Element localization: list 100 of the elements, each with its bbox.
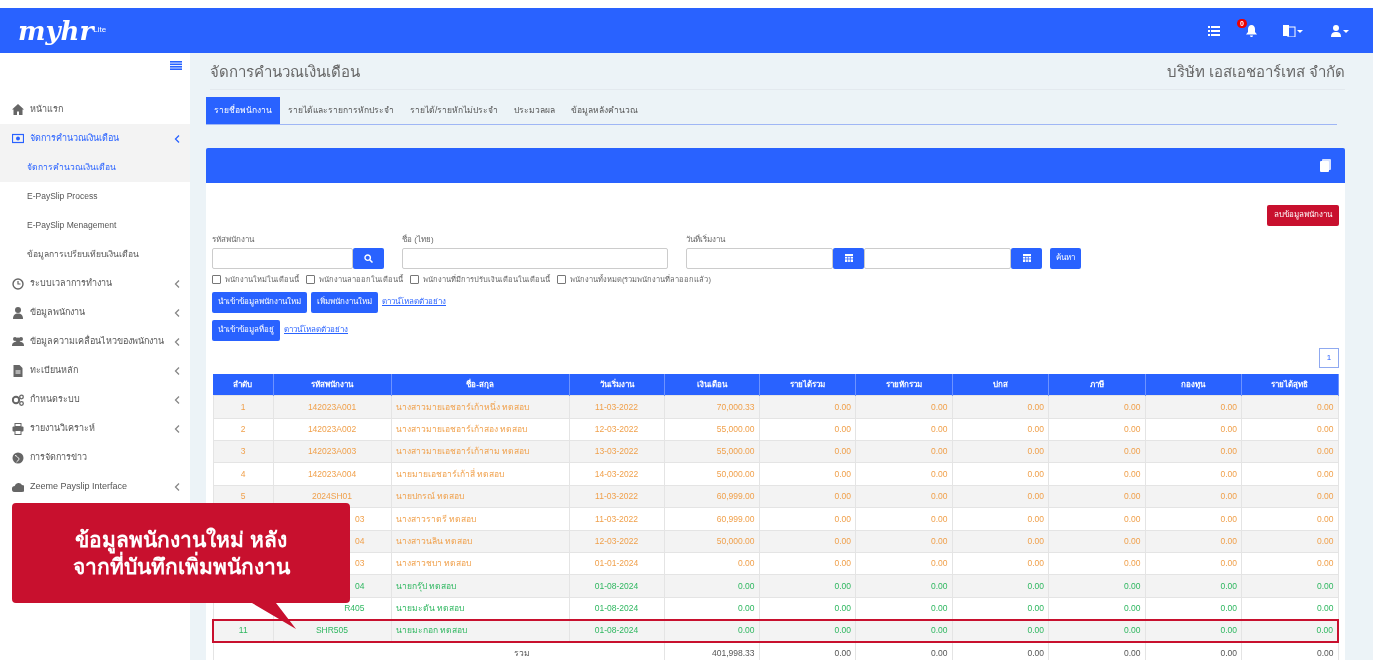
tab[interactable]: ข้อมูลหลังคำนวณ: [563, 97, 647, 124]
column-header[interactable]: รหัสพนักงาน: [273, 373, 391, 396]
calendar-button[interactable]: [833, 247, 864, 269]
sidebar-item[interactable]: Zeeme Payslip Interface: [0, 472, 190, 501]
tab[interactable]: รายได้และรายการหักประจำ: [280, 97, 402, 124]
table-cell: 0.00: [1048, 552, 1145, 575]
table-cell: นายกรุ๊ป ทดสอบ: [391, 574, 569, 598]
table-cell: 0.00: [855, 552, 952, 575]
column-header[interactable]: ปกส: [952, 373, 1049, 396]
cloud-icon: [12, 480, 24, 493]
search-button[interactable]: [353, 247, 384, 269]
column-header[interactable]: รายได้รวม: [759, 373, 856, 396]
sidebar-item[interactable]: ทะเบียนหลัก: [0, 356, 190, 385]
table-cell: 50,000.00: [664, 462, 759, 486]
thai-name-field[interactable]: [402, 247, 668, 269]
table-cell: 0.00: [952, 418, 1049, 441]
delete-employee-button[interactable]: ลบข้อมูลพนักงาน: [1267, 204, 1339, 226]
user-icon[interactable]: [1331, 24, 1351, 37]
table-cell: 0.00: [1145, 395, 1242, 419]
submenu-item[interactable]: จัดการคำนวณเงินเดือน: [0, 153, 190, 182]
sidebar-item[interactable]: หน้าแรก: [0, 95, 190, 124]
table-cell: 0.00: [1048, 619, 1145, 643]
table-cell: 0.00: [952, 552, 1049, 575]
column-header[interactable]: เงินเดือน: [664, 373, 759, 396]
table-cell: 0.00: [855, 619, 952, 643]
column-header[interactable]: กองทุน: [1145, 373, 1242, 396]
import-button[interactable]: นำเข้าข้อมูลที่อยู่: [212, 319, 280, 341]
sidebar-item[interactable]: ข้อมูลความเคลื่อนไหวของพนักงาน: [0, 327, 190, 356]
user-icon: [12, 306, 24, 319]
sidebar-item[interactable]: ข้อมูลพนักงาน: [0, 298, 190, 327]
end-date-field[interactable]: [864, 247, 1011, 269]
sidebar-item[interactable]: กำหนดระบบ: [0, 385, 190, 414]
import-button[interactable]: นำเข้าข้อมูลพนักงานใหม่: [212, 291, 307, 313]
column-header[interactable]: วันเริ่มงาน: [569, 373, 664, 396]
tab[interactable]: รายชื่อพนักงาน: [206, 97, 280, 124]
search-button[interactable]: ค้นหา: [1050, 247, 1081, 269]
table-cell: 0.00: [759, 619, 856, 643]
table-cell: 01-08-2024: [569, 619, 664, 643]
table-cell: 11: [213, 619, 273, 643]
column-header[interactable]: ภาษี: [1048, 373, 1145, 396]
table-cell: 0.00: [1241, 507, 1338, 531]
calendar-button[interactable]: [1011, 247, 1042, 269]
sidebar-item[interactable]: การจัดการข่าว: [0, 443, 190, 472]
table-cell: 142023A003: [273, 440, 391, 463]
menu-icon[interactable]: [170, 61, 182, 70]
sidebar-item[interactable]: ระบบเวลาการทำงาน: [0, 269, 190, 298]
table-cell: 0.00: [759, 395, 856, 419]
table-cell: นางสาวราตรี ทดสอบ: [391, 507, 569, 531]
checkbox[interactable]: [306, 275, 315, 285]
bell-icon[interactable]: [1246, 24, 1257, 37]
table-cell: 0.00: [1241, 619, 1338, 643]
table-cell: 142023A004: [273, 462, 391, 486]
download-link[interactable]: ดาวน์โหลดตัวอย่าง: [382, 296, 446, 309]
page-button[interactable]: 1: [1319, 347, 1339, 368]
table-cell: 0.00: [759, 418, 856, 441]
checkbox[interactable]: [557, 275, 566, 285]
page-title: จัดการคำนวณเงินเดือน: [210, 61, 360, 82]
table-cell: 0.00: [759, 507, 856, 531]
users-icon: [12, 335, 24, 348]
table-cell: 0.00: [1145, 552, 1242, 575]
table-cell: 0.00: [1145, 418, 1242, 441]
table-cell: นางสาวมายเอชอาร์เก้าสอง ทดสอบ: [391, 418, 569, 441]
start-date-field[interactable]: [686, 247, 833, 269]
checkbox[interactable]: [410, 275, 419, 285]
tab[interactable]: รายได้/รายหักไม่ประจำ: [402, 97, 507, 124]
table-cell: 4: [213, 462, 273, 486]
download-link[interactable]: ดาวน์โหลดตัวอย่าง: [284, 324, 348, 337]
copy-icon[interactable]: [1320, 158, 1331, 172]
table-cell: 12-03-2022: [569, 418, 664, 441]
table-cell: 0.00: [855, 395, 952, 419]
table-cell: 0.00: [1241, 418, 1338, 441]
column-header[interactable]: รายได้สุทธิ: [1241, 373, 1338, 396]
table-cell: 70,000.33: [664, 395, 759, 419]
field-label: ชื่อ (ไทย): [402, 233, 435, 246]
table-cell: นางสาวมายเอชอาร์เก้าสาม ทดสอบ: [391, 440, 569, 463]
table-cell: 0.00: [1241, 552, 1338, 575]
table-cell: 0.00: [1145, 462, 1242, 486]
sidebar-item[interactable]: รายงานวิเคราะห์: [0, 414, 190, 443]
column-header[interactable]: รายหักรวม: [855, 373, 952, 396]
tab[interactable]: ประมวลผล: [506, 97, 564, 124]
column-header[interactable]: ชื่อ-สกุล: [391, 373, 569, 396]
column-header[interactable]: ลำดับ: [213, 373, 273, 396]
table-cell: นายมะกอก ทดสอบ: [391, 619, 569, 643]
table-cell: นางสาวนลิน ทดสอบ: [391, 530, 569, 553]
list-icon[interactable]: [1208, 25, 1220, 36]
logo: myhr: [18, 17, 94, 44]
table-cell: 0.00: [664, 552, 759, 575]
table-cell: 0.00: [664, 619, 759, 643]
table-cell: 1: [213, 395, 273, 419]
table-cell: 11-03-2022: [569, 507, 664, 531]
employee-id-field[interactable]: [212, 247, 353, 269]
sidebar-item[interactable]: จัดการคำนวณเงินเดือน: [0, 124, 190, 153]
checkbox[interactable]: [212, 275, 221, 285]
gears-icon: [12, 393, 24, 406]
table-cell: นางสาวชบา ทดสอบ: [391, 552, 569, 575]
table-cell: 0.00: [1241, 462, 1338, 486]
printer-icon: [12, 422, 24, 435]
table-cell: SHR505: [273, 619, 391, 643]
table-cell: 0.00: [1048, 462, 1145, 486]
import-button[interactable]: เพิ่มพนักงานใหม่: [311, 291, 378, 313]
